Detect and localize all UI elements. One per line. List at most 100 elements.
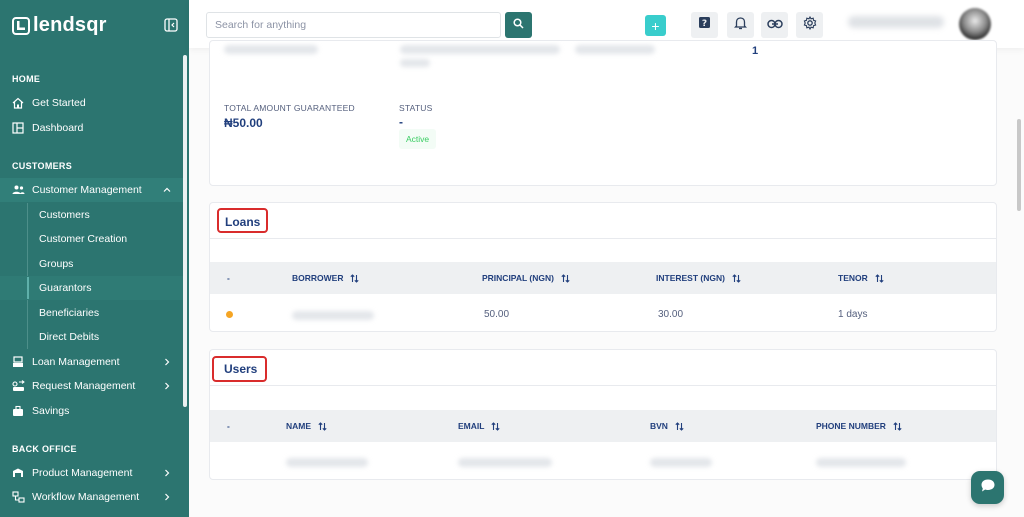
chevron-right-icon: [163, 357, 171, 366]
status-value: -: [399, 115, 403, 129]
column-header-bvn[interactable]: BVN: [650, 421, 684, 431]
help-icon: ?: [698, 16, 711, 34]
loans-title-highlight: [217, 208, 268, 233]
page-scrollbar[interactable]: [1017, 119, 1021, 211]
chat-button[interactable]: [971, 471, 1004, 504]
loan-icon: [11, 355, 25, 369]
sidebar-item-label: Beneficiaries: [39, 307, 100, 319]
link-icon: [766, 16, 783, 34]
user-name-redacted[interactable]: [848, 16, 944, 28]
total-guaranteed-label: TOTAL AMOUNT GUARANTEED: [224, 103, 355, 113]
status-badge: Active: [399, 129, 437, 149]
sort-icon: [491, 421, 501, 431]
sidebar-collapse-icon[interactable]: [164, 18, 178, 32]
sort-icon: [350, 273, 360, 283]
column-header-index: -: [227, 421, 230, 431]
column-header-interest[interactable]: INTEREST (NGN): [656, 273, 741, 283]
sidebar-item-label: Get Started: [32, 97, 86, 109]
sidebar-item-customer-management[interactable]: Customer Management: [0, 178, 185, 202]
sidebar-item-direct-debits[interactable]: Direct Debits: [0, 325, 185, 349]
column-header-name[interactable]: NAME: [286, 421, 327, 431]
sidebar-item-loan-management[interactable]: Loan Management: [0, 350, 185, 374]
redacted-text: [224, 45, 318, 54]
status-label: STATUS: [399, 103, 433, 113]
loans-card: Loans - BORROWER PRINCIPAL (NGN) INTERES…: [209, 202, 997, 332]
column-header-email[interactable]: EMAIL: [458, 421, 501, 431]
search-input[interactable]: [206, 12, 501, 38]
column-header-borrower[interactable]: BORROWER: [292, 273, 360, 283]
svg-text:?: ?: [702, 19, 707, 29]
settings-button[interactable]: [796, 12, 823, 38]
sidebar-item-label: Request Management: [32, 380, 136, 392]
sidebar-item-label: Groups: [39, 258, 74, 270]
chevron-right-icon: [163, 468, 171, 477]
sidebar-item-groups[interactable]: Groups: [0, 252, 185, 276]
add-button[interactable]: +: [645, 15, 666, 36]
sidebar-item-label: Customer Management: [32, 184, 142, 196]
logo-text: lendsqr: [33, 14, 107, 36]
users-card: Users - NAME EMAIL BVN PHONE NUMBER: [209, 349, 997, 480]
divider: [210, 385, 996, 386]
section-label-customers: CUSTOMERS: [12, 161, 73, 171]
column-header-tenor[interactable]: TENOR: [838, 273, 884, 283]
help-button[interactable]: ?: [691, 12, 718, 38]
logo-mark-icon: [12, 16, 30, 35]
sidebar-item-label: Loan Management: [32, 356, 120, 368]
product-icon: [11, 466, 25, 480]
guarantor-summary-card: 1 TOTAL AMOUNT GUARANTEED ₦50.00 STATUS …: [209, 40, 997, 186]
loan-principal: 50.00: [484, 309, 510, 320]
notifications-button[interactable]: [727, 12, 754, 38]
sidebar-item-workflow-management[interactable]: Workflow Management: [0, 485, 185, 509]
settings-icon: [803, 15, 817, 35]
lendsqr-logo[interactable]: lendsqr: [12, 14, 107, 37]
search-button[interactable]: [505, 12, 532, 38]
total-guaranteed-value: ₦50.00: [224, 116, 263, 130]
sort-icon: [561, 273, 570, 283]
chat-icon: [980, 478, 996, 498]
link-button[interactable]: [761, 12, 788, 38]
request-icon: [11, 379, 25, 393]
sort-icon: [318, 421, 327, 431]
workflow-icon: [11, 490, 25, 504]
loan-tenor: 1 days: [838, 309, 868, 320]
search-icon: [513, 16, 524, 34]
users-table-header: - NAME EMAIL BVN PHONE NUMBER: [210, 410, 996, 442]
sort-icon: [675, 421, 684, 431]
sidebar-item-product-management[interactable]: Product Management: [0, 461, 185, 485]
redacted-bvn: [650, 458, 712, 467]
loan-status-dot: [226, 311, 233, 318]
avatar[interactable]: [959, 8, 991, 40]
sidebar-scrollbar[interactable]: [183, 55, 187, 407]
sidebar-item-savings[interactable]: Savings: [0, 399, 185, 423]
sidebar-item-label: Customer Creation: [39, 233, 128, 245]
loans-table-header: - BORROWER PRINCIPAL (NGN) INTEREST (NGN…: [210, 262, 996, 294]
redacted-text: [400, 59, 430, 67]
sidebar-item-beneficiaries[interactable]: Beneficiaries: [0, 301, 185, 325]
users-title-highlight: [212, 356, 267, 382]
sidebar-item-dashboard[interactable]: Dashboard: [0, 116, 185, 140]
sidebar: lendsqr HOME Get Started Dashboard CUSTO…: [0, 0, 189, 517]
redacted-text: [575, 45, 655, 54]
column-header-principal[interactable]: PRINCIPAL (NGN): [482, 273, 570, 283]
column-header-phone-number[interactable]: PHONE NUMBER: [816, 421, 902, 431]
section-label-home: HOME: [12, 74, 41, 84]
count-value: 1: [752, 45, 759, 57]
users-icon: [11, 183, 25, 197]
sidebar-item-get-started[interactable]: Get Started: [0, 91, 185, 115]
redacted-name: [286, 458, 368, 467]
sidebar-item-label: Savings: [32, 405, 70, 417]
sort-icon: [732, 273, 741, 283]
sidebar-item-customers[interactable]: Customers: [0, 203, 185, 227]
sidebar-item-label: Workflow Management: [32, 491, 140, 503]
sidebar-item-customer-creation[interactable]: Customer Creation: [0, 227, 185, 251]
sidebar-item-label: Direct Debits: [39, 331, 100, 343]
redacted-borrower: [292, 311, 374, 320]
sort-icon: [893, 421, 902, 431]
sidebar-item-request-management[interactable]: Request Management: [0, 374, 185, 398]
logo-row: lendsqr: [12, 14, 180, 38]
sort-icon: [875, 273, 884, 283]
sidebar-item-label: Product Management: [32, 467, 133, 479]
redacted-phone-number: [816, 458, 906, 467]
column-header-index: -: [227, 273, 230, 283]
bell-icon: [733, 16, 748, 35]
